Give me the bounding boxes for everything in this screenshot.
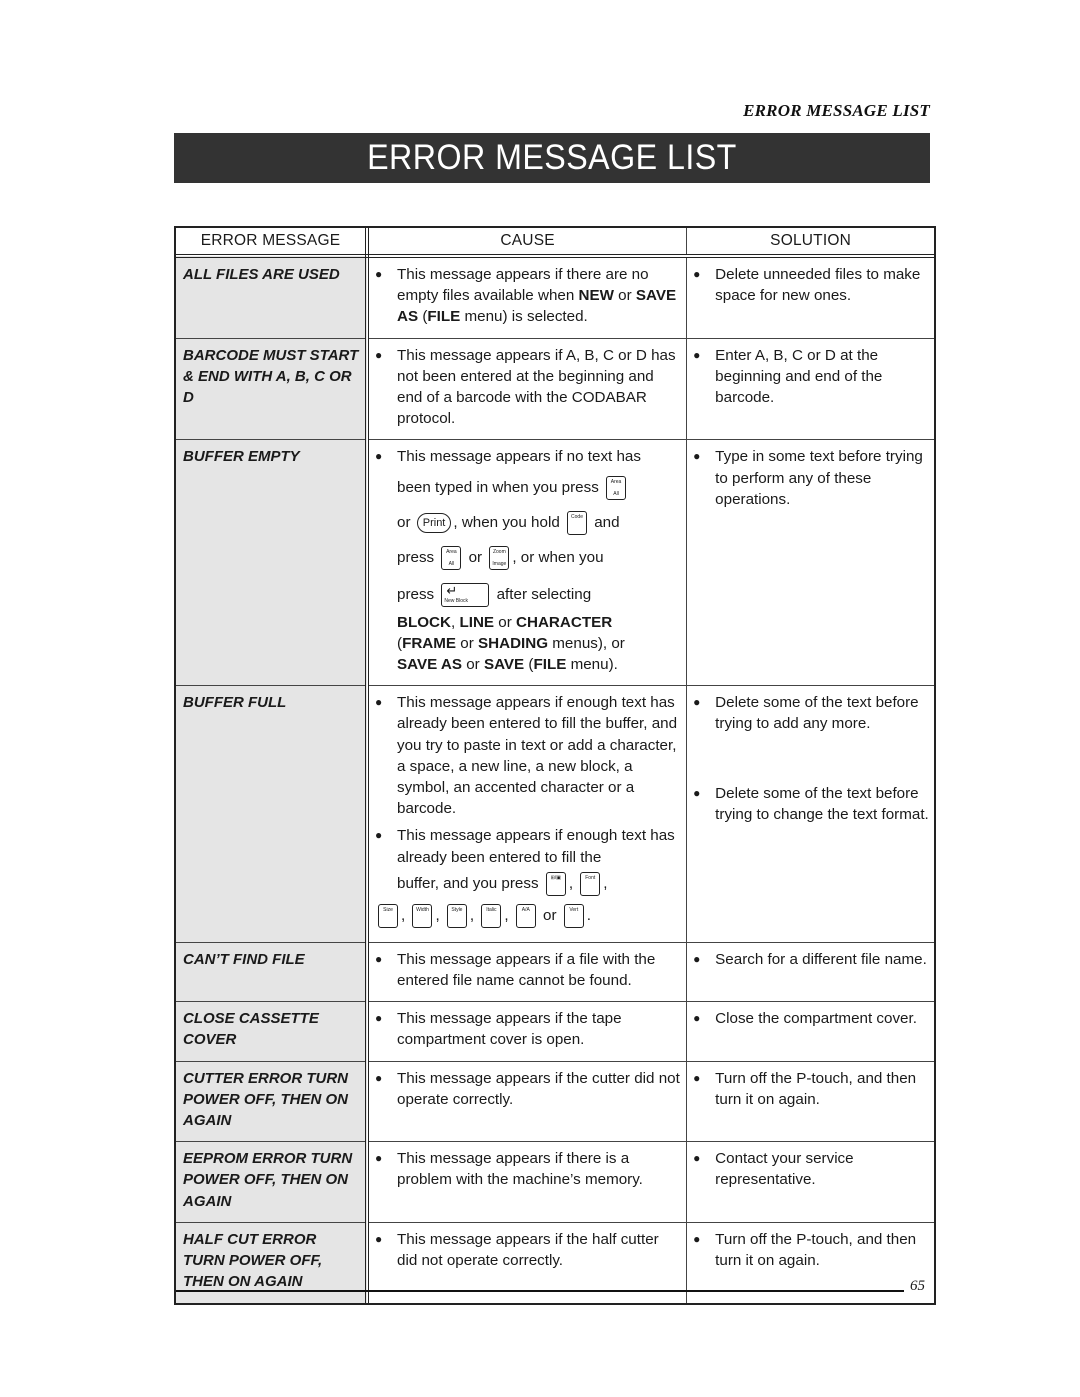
bullet-icon: ●	[375, 695, 383, 710]
solution-cell: ● Close the compartment cover.	[686, 1001, 934, 1062]
solution-text-2: Delete some of the text before trying to…	[715, 784, 929, 823]
bullet-icon: ●	[375, 1011, 383, 1026]
error-message: CUTTER ERROR TURN POWER OFF, THEN ON AGA…	[176, 1061, 369, 1143]
error-message: ALL FILES ARE USED	[176, 256, 369, 339]
bullet-icon: ●	[693, 695, 701, 710]
bullet-icon: ●	[693, 1231, 701, 1246]
solution-cell: ● Search for a different file name.	[686, 942, 934, 1003]
area-all-key-icon: Area All	[606, 475, 627, 500]
table-row: BUFFER FULL ● This message appears if eno…	[176, 685, 934, 943]
error-message: BUFFER EMPTY	[176, 439, 369, 687]
cause-text-2: This message appears if enough text has …	[378, 825, 682, 931]
solution-cell: ● Turn off the P-touch, and then turn it …	[686, 1061, 934, 1143]
error-message: BARCODE MUST START & END WITH A, B, C OR…	[176, 338, 369, 441]
cause-cell: ● This message appears if the tape compar…	[367, 1001, 688, 1062]
cause-cell: ● This message appears if no text has be…	[367, 439, 688, 687]
code-key-icon: Code	[567, 510, 587, 535]
solution-text: Contact your service representative.	[715, 1150, 854, 1189]
cause-text: This message appears if A, B, C or D has…	[397, 346, 676, 428]
cause-cell: ● This message appears if there is a prob…	[367, 1141, 688, 1223]
bullet-icon: ●	[375, 1231, 383, 1246]
solution-cell: ● Delete unneeded files to make space for…	[686, 256, 934, 339]
style-key-icon: Style	[446, 903, 467, 928]
table-row: CAN’T FIND FILE ● This message appears if…	[176, 942, 934, 1003]
error-message: EEPROM ERROR TURN POWER OFF, THEN ON AGA…	[176, 1141, 369, 1223]
solution-text: Type in some text before trying to perfo…	[715, 448, 923, 508]
bullet-icon: ●	[375, 347, 383, 362]
bullet-icon: ●	[375, 1151, 383, 1166]
cause-cell: ● This message appears if a file with the…	[367, 942, 688, 1003]
bullet-icon: ●	[693, 267, 701, 281]
new-block-key-icon: ↵ New Block	[441, 582, 490, 607]
cause-text: This message appears if there are no emp…	[397, 266, 677, 326]
zoom-image-key-icon: Zoom Image	[489, 545, 510, 570]
table-row: EEPROM ERROR TURN POWER OFF, THEN ON AGA…	[176, 1141, 934, 1223]
solution-text: Delete some of the text before trying to…	[715, 694, 919, 733]
solution-text: Close the compartment cover.	[715, 1010, 917, 1028]
font-key-icon: Font	[580, 871, 601, 896]
solution-text: Enter A, B, C or D at the beginning and …	[715, 346, 883, 407]
solution-cell: ● Delete some of the text before trying t…	[686, 685, 934, 943]
bullet-icon: ●	[375, 449, 383, 464]
italic-key-icon: Italic	[481, 903, 502, 928]
page-title: ERROR MESSAGE LIST	[174, 133, 930, 183]
footer-rule	[176, 1290, 904, 1292]
cause-text: This message appears if there is a probl…	[397, 1150, 643, 1189]
cause-text: This message appears if enough text has …	[397, 694, 678, 818]
table-row: BUFFER EMPTY ● This message appears if n…	[176, 439, 934, 687]
solution-text: Turn off the P-touch, and then turn it o…	[715, 1069, 917, 1108]
bullet-icon: ●	[693, 449, 701, 464]
cause-cell: ● This message appears if there are no e…	[367, 256, 688, 339]
page-number: 65	[910, 1278, 925, 1294]
bullet-icon: ●	[375, 951, 383, 966]
cause-text: This message appears if a file with the …	[397, 950, 656, 990]
cause-text: This message appears if the tape compart…	[397, 1010, 622, 1049]
cause-cell: ● This message appears if enough text has…	[367, 685, 688, 943]
cause-cell: ● This message appears if A, B, C or D ha…	[367, 338, 688, 441]
cause-text: This message appears if the half cutter …	[397, 1230, 659, 1270]
solution-cell: ● Type in some text before trying to perf…	[686, 439, 934, 687]
page-title-text: ERROR MESSAGE LIST	[367, 138, 737, 177]
header-cause: CAUSE	[367, 228, 688, 258]
solution-text: Turn off the P-touch, and then turn it o…	[715, 1230, 917, 1270]
solution-cell: ● Enter A, B, C or D at the beginning and…	[686, 338, 934, 441]
bullet-icon: ●	[375, 1070, 383, 1085]
error-table: ERROR MESSAGE CAUSE SOLUTION ALL FILES A…	[174, 226, 936, 1305]
bullet-icon: ●	[693, 1011, 701, 1026]
bullet-icon: ●	[693, 1151, 701, 1166]
table-row: BARCODE MUST START & END WITH A, B, C OR…	[176, 338, 934, 441]
area-all-key-icon: Area All	[441, 545, 462, 570]
bullet-icon: ●	[375, 267, 383, 281]
cause-text: This message appears if the cutter did n…	[397, 1069, 680, 1108]
table-header-row: ERROR MESSAGE CAUSE SOLUTION	[176, 228, 934, 258]
error-message: CLOSE CASSETTE COVER	[176, 1001, 369, 1062]
solution-text: Search for a different file name.	[715, 950, 927, 968]
vert-key-icon: Vert	[563, 903, 584, 928]
solution-text: Delete unneeded files to make space for …	[715, 266, 921, 305]
header-solution: SOLUTION	[686, 228, 934, 258]
bullet-icon: ●	[693, 951, 701, 966]
bullet-icon: ●	[693, 1070, 701, 1085]
size-key-icon: Size	[378, 903, 398, 928]
error-message: BUFFER FULL	[176, 685, 369, 943]
cause-text: This message appears if no text has been…	[397, 448, 641, 674]
table-row: ALL FILES ARE USED ● This message appear…	[176, 256, 934, 339]
table-row: CUTTER ERROR TURN POWER OFF, THEN ON AGA…	[176, 1061, 934, 1143]
header-error-message: ERROR MESSAGE	[176, 228, 369, 258]
layout-key-icon: ⊞/▣	[545, 871, 566, 896]
bullet-icon: ●	[693, 785, 701, 800]
case-key-icon: A/A	[515, 903, 536, 928]
table-row: CLOSE CASSETTE COVER ● This message appea…	[176, 1001, 934, 1062]
error-message: CAN’T FIND FILE	[176, 942, 369, 1003]
print-key-icon: Print	[416, 512, 452, 533]
width-key-icon: Width	[412, 903, 433, 928]
bullet-icon: ●	[693, 347, 701, 362]
cause-cell: ● This message appears if the cutter did …	[367, 1061, 688, 1143]
running-head: ERROR MESSAGE LIST	[743, 101, 930, 120]
solution-cell: ● Contact your service representative.	[686, 1141, 934, 1223]
